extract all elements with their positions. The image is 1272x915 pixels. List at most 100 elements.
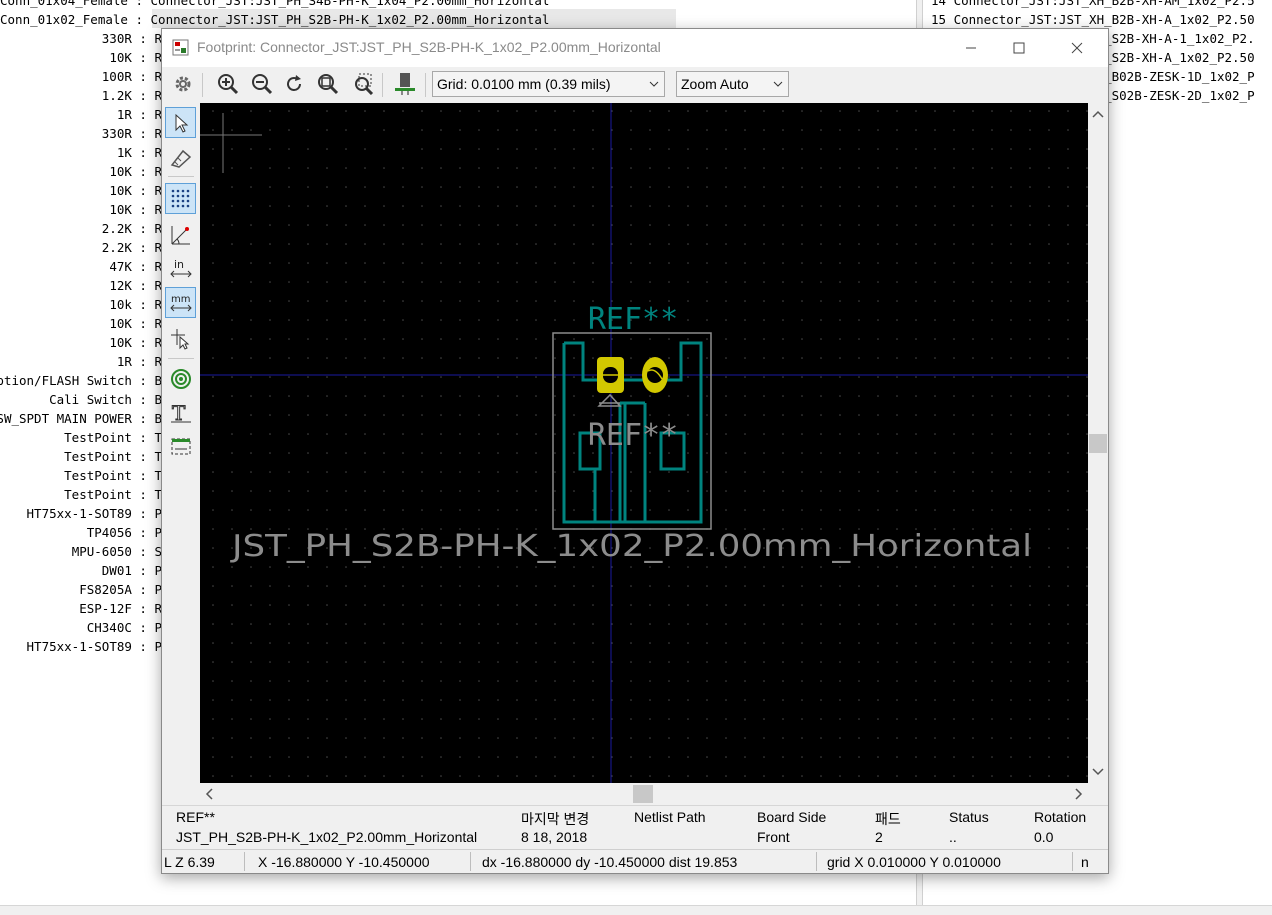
cursor-arrow-icon (175, 113, 188, 133)
background-list-row[interactable]: 10K : R (0, 181, 162, 200)
background-row-text: FS8205A : P (79, 582, 162, 597)
window-title: Footprint: Connector_JST:JST_PH_S2B-PH-K… (197, 39, 661, 55)
background-row-text: Cali Switch : B (49, 392, 162, 407)
grid-toggle-button[interactable] (165, 183, 196, 214)
background-list-row[interactable]: TestPoint : T (0, 466, 162, 485)
background-row-text: Conn_01x04_Female : Connector_JST:JST_PH… (0, 0, 550, 8)
mm-units-button[interactable]: mm (165, 287, 196, 318)
status-bar: L Z 6.39 X -16.880000 Y -10.450000 dx -1… (162, 849, 1108, 873)
background-list-row[interactable]: 10K : R (0, 162, 162, 181)
select-tool-button[interactable] (165, 107, 196, 138)
close-button[interactable] (1054, 29, 1100, 67)
inch-units-button[interactable]: in (165, 253, 196, 284)
status-value: .. (949, 829, 957, 845)
maximize-button[interactable] (996, 29, 1042, 67)
zoom-select-value: Zoom Auto (681, 76, 749, 92)
background-row-text: ESP-12F : R (79, 601, 162, 616)
background-list-row[interactable]: Option/FLASH Switch : B (0, 371, 162, 390)
graphics-sketch-button[interactable] (165, 431, 196, 462)
text-sketch-button[interactable]: T (165, 397, 196, 428)
background-list-row[interactable]: 330R : R (0, 124, 162, 143)
background-list-row[interactable]: FS8205A : P (0, 580, 162, 599)
grid-dots-icon (171, 189, 189, 207)
zoom-selection-button[interactable] (350, 70, 378, 98)
background-list-row[interactable]: 1K : R (0, 143, 162, 162)
grid-select[interactable]: Grid: 0.0100 mm (0.39 mils) (432, 71, 665, 97)
background-list-row[interactable]: TestPoint : T (0, 428, 162, 447)
3d-viewer-button[interactable] (391, 70, 419, 98)
background-list-row[interactable]: DW01 : P (0, 561, 162, 580)
background-row-text: TestPoint : T (64, 449, 162, 464)
background-row-text: HT75xx-1-SOT89 : P (26, 506, 162, 521)
mm-units-icon: mm (169, 294, 192, 311)
full-cursor-button[interactable] (165, 323, 196, 354)
background-row-text: HT75xx-1-SOT89 : P (26, 639, 162, 654)
pad-sketch-button[interactable] (165, 363, 196, 394)
background-row-text: 10K : R (109, 202, 162, 217)
redraw-button[interactable] (280, 70, 308, 98)
zoom-out-button[interactable] (248, 70, 276, 98)
footprint-list-row[interactable]: 14 Connector_JST:JST_XH_B2B-XH-AM_1x02_P… (931, 0, 1255, 10)
zoom-in-button[interactable] (214, 70, 242, 98)
background-list-row[interactable]: 12K : R (0, 276, 162, 295)
footprint-list-row[interactable]: 15 Connector_JST:JST_XH_B2B-XH-A_1x02_P2… (931, 10, 1255, 29)
background-list-row[interactable]: 100R : R (0, 67, 162, 86)
polar-coords-button[interactable] (165, 219, 196, 250)
background-list-row[interactable]: 2.2K : R (0, 238, 162, 257)
vertical-scrollbar[interactable] (1088, 103, 1108, 783)
pad-2[interactable] (642, 357, 668, 393)
background-row-text: 1R : R (116, 107, 162, 122)
background-list-row[interactable]: HT75xx-1-SOT89 : P (0, 504, 162, 523)
background-row-text: CH340C : P (86, 620, 162, 635)
background-list-row[interactable]: Conn_01x02_Female : Connector_JST:JST_PH… (0, 10, 700, 29)
background-row-text: 2.2K : R (101, 240, 162, 255)
title-bar[interactable]: Footprint: Connector_JST:JST_PH_S2B-PH-K… (162, 29, 1108, 67)
zoom-fit-button[interactable] (314, 70, 342, 98)
background-list-row[interactable]: CH340C : P (0, 618, 162, 637)
background-row-text: 10K : R (109, 183, 162, 198)
main-toolbar: Grid: 0.0100 mm (0.39 mils) Zoom Auto (162, 67, 1108, 103)
scroll-down-icon (1092, 768, 1104, 776)
close-icon (1071, 42, 1083, 54)
background-list-row[interactable]: HT75xx-1-SOT89 : P (0, 637, 162, 656)
zoom-selection-icon (355, 73, 374, 95)
background-list-row[interactable]: 47K : R (0, 257, 162, 276)
background-list-row[interactable]: TestPoint : T (0, 447, 162, 466)
pad-1[interactable] (597, 357, 624, 393)
background-list-row[interactable]: 2.2K : R (0, 219, 162, 238)
background-list-row[interactable]: 330R : R (0, 29, 162, 48)
background-list-row[interactable]: 10K : R (0, 314, 162, 333)
minimize-button[interactable] (948, 29, 994, 67)
background-row-text: 1K : R (116, 145, 162, 160)
background-list-row[interactable]: 10K : R (0, 48, 162, 67)
background-list-row[interactable]: TP4056 : P (0, 523, 162, 542)
message-panel: REF** JST_PH_S2B-PH-K_1x02_P2.00mm_Horiz… (162, 805, 1108, 849)
background-list-row[interactable]: 1R : R (0, 105, 162, 124)
background-row-text: TestPoint : T (64, 430, 162, 445)
zoom-select[interactable]: Zoom Auto (676, 71, 789, 97)
settings-button[interactable] (169, 70, 197, 98)
background-row-text: MPU-6050 : S (71, 544, 162, 559)
rotation-label: Rotation (1034, 809, 1087, 825)
measure-tool-button[interactable] (165, 141, 196, 172)
footprint-canvas[interactable]: REF** REF** JST_PH_S2B-PH-K_1x02_P2.00mm… (200, 103, 1088, 783)
background-list-row[interactable]: 1R : R (0, 352, 162, 371)
background-list-row[interactable]: Conn_01x04_Female : Connector_JST:JST_PH… (0, 0, 700, 10)
zoom-fit-icon (318, 74, 339, 95)
svg-text:in: in (174, 258, 184, 271)
background-list-row[interactable]: SW_SPDT MAIN POWER : B (0, 409, 162, 428)
zoom-in-icon (218, 74, 239, 95)
board-side-value: Front (757, 829, 790, 845)
background-list-row[interactable]: MPU-6050 : S (0, 542, 162, 561)
background-list-row[interactable]: 10K : R (0, 200, 162, 219)
background-list-row[interactable]: 10K : R (0, 333, 162, 352)
background-list-row[interactable]: TestPoint : T (0, 485, 162, 504)
background-row-text: 1.2K : R (101, 88, 162, 103)
background-list-row[interactable]: 10k : R (0, 295, 162, 314)
background-list-row[interactable]: 1.2K : R (0, 86, 162, 105)
background-row-text: Option/FLASH Switch : B (0, 373, 162, 388)
background-row-text: 1R : R (116, 354, 162, 369)
background-list-row[interactable]: ESP-12F : R (0, 599, 162, 618)
background-list-row[interactable]: Cali Switch : B (0, 390, 162, 409)
horizontal-scrollbar[interactable] (200, 783, 1088, 805)
